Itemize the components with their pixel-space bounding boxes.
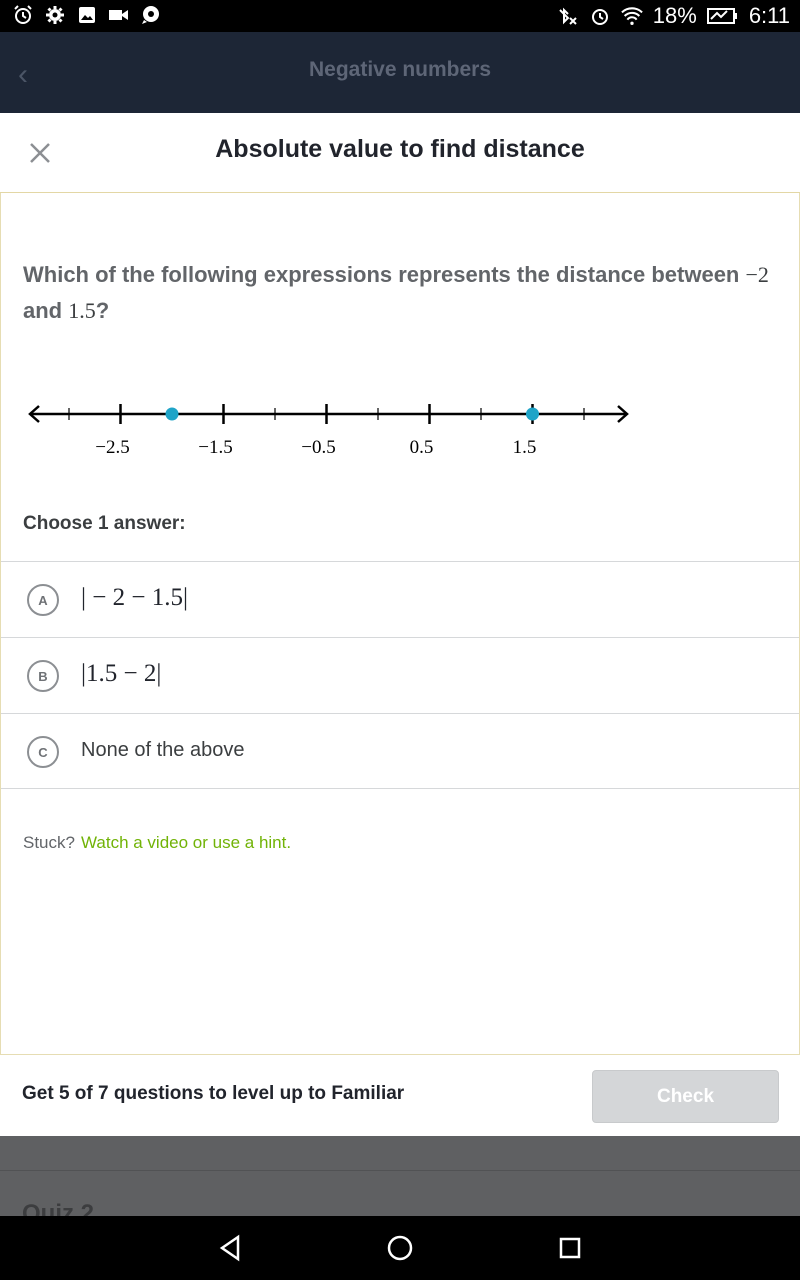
- status-left-icons: [12, 4, 162, 26]
- alarm-icon: [12, 4, 34, 26]
- number-line: −2.5 −1.5 −0.5 0.5 1.5: [28, 404, 629, 458]
- stuck-help: Stuck? Watch a video or use a hint.: [23, 833, 291, 853]
- exercise-modal: Absolute value to find distance Which of…: [0, 113, 800, 1136]
- answer-text: | − 2 − 1.5|: [81, 584, 188, 611]
- wifi-icon: [620, 5, 643, 27]
- number-line-label: −2.5: [95, 437, 129, 458]
- modal-header: Absolute value to find distance: [0, 113, 800, 193]
- answer-letter: C: [27, 736, 59, 768]
- level-up-text: Get 5 of 7 questions to level up to Fami…: [22, 1083, 405, 1104]
- exercise-content: Which of the following expressions repre…: [0, 193, 800, 1055]
- question-part-3: ?: [95, 298, 110, 323]
- footer-bar: Get 5 of 7 questions to level up to Fami…: [0, 1055, 800, 1136]
- alarm-icon: [589, 5, 611, 27]
- nav-title: Negative numbers: [308, 58, 492, 81]
- question-value-b: 1.5: [68, 298, 96, 323]
- question-value-a: −2: [745, 262, 769, 287]
- video-icon: [108, 4, 130, 26]
- status-right: 18% 6:11: [557, 0, 790, 32]
- answer-text: |1.5 − 2|: [81, 660, 162, 687]
- answer-text: None of the above: [81, 739, 245, 761]
- number-line-point: [526, 407, 539, 421]
- check-button[interactable]: Check: [592, 1070, 779, 1123]
- background-content: Quiz 2: [0, 1136, 800, 1216]
- hint-link[interactable]: Watch a video or use a hint.: [81, 833, 291, 852]
- stuck-label: Stuck?: [23, 833, 75, 852]
- question-part-1: Which of the following expressions repre…: [23, 262, 746, 287]
- number-line-label: −1.5: [198, 437, 232, 458]
- back-triangle-icon[interactable]: [214, 1232, 246, 1264]
- image-icon: [76, 4, 98, 26]
- choose-label: Choose 1 answer:: [23, 513, 186, 534]
- battery-icon: [706, 5, 739, 27]
- question-text: Which of the following expressions repre…: [23, 257, 773, 329]
- answer-letter: A: [27, 584, 59, 616]
- battery-percent: 18%: [652, 3, 697, 28]
- answer-list: A | − 2 − 1.5| B |1.5 − 2| C None of the…: [1, 561, 799, 789]
- answer-option-a[interactable]: A | − 2 − 1.5|: [1, 561, 799, 637]
- answer-option-c[interactable]: C None of the above: [1, 713, 799, 789]
- home-circle-icon[interactable]: [384, 1232, 416, 1264]
- bluetooth-off-icon: [557, 5, 579, 27]
- number-line-label: 1.5: [513, 437, 537, 458]
- next-item-title: Quiz 2: [22, 1200, 95, 1216]
- status-bar: 18% 6:11: [0, 0, 800, 32]
- answer-option-b[interactable]: B |1.5 − 2|: [1, 637, 799, 713]
- settings-icon: [44, 4, 66, 26]
- question-part-2: and: [23, 298, 69, 323]
- status-time: 6:11: [748, 3, 790, 28]
- recents-square-icon[interactable]: [554, 1232, 586, 1264]
- top-nav: ‹ Negative numbers: [0, 32, 800, 113]
- modal-title: Absolute value to find distance: [215, 135, 585, 163]
- number-line-label: −0.5: [301, 437, 335, 458]
- number-line-point: [165, 407, 179, 421]
- divider: [0, 1170, 800, 1171]
- system-nav-bar: [0, 1216, 800, 1280]
- number-line-label: 0.5: [410, 437, 434, 458]
- answer-letter: B: [27, 660, 59, 692]
- chat-icon: [140, 4, 162, 26]
